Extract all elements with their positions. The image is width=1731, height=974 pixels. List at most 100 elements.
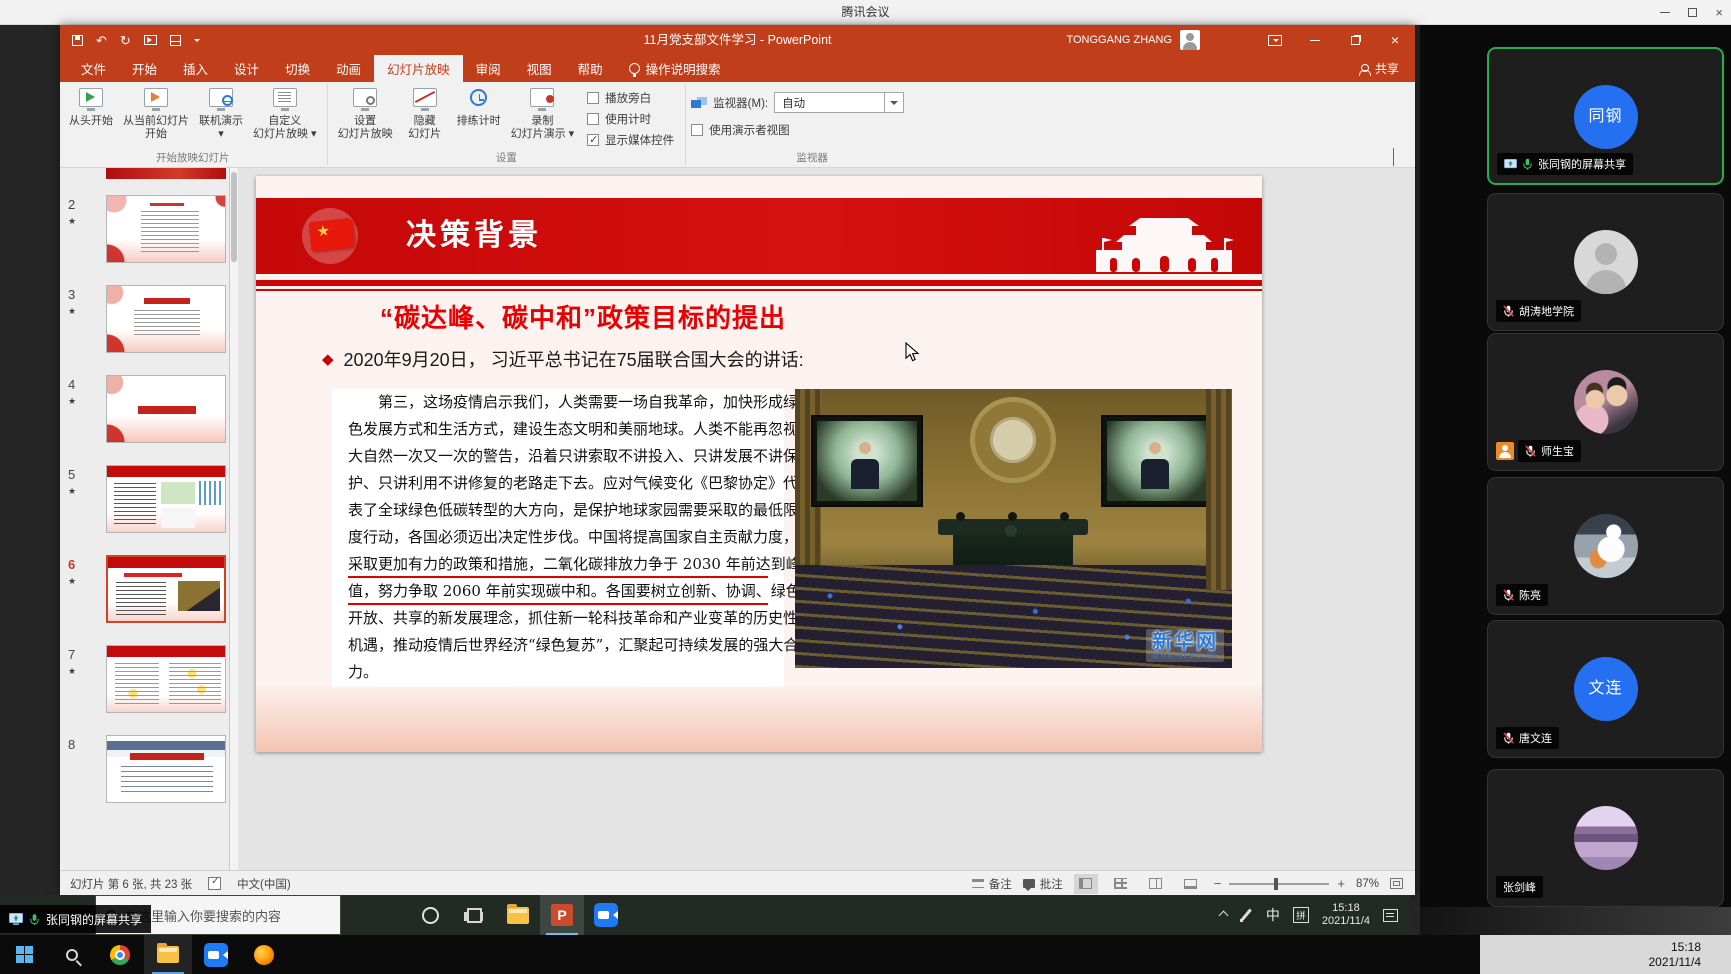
- ribbon-tab-0[interactable]: 文件: [68, 55, 119, 82]
- present-online-button[interactable]: 联机演示▾: [194, 84, 248, 150]
- browser-taskbar-button[interactable]: [240, 935, 288, 974]
- name-badge: 张剑峰: [1496, 876, 1543, 898]
- minimize-icon[interactable]: [1660, 12, 1670, 13]
- participant-tile-2[interactable]: 师生宝: [1487, 333, 1724, 471]
- thumbnail-slide-4[interactable]: [106, 375, 226, 443]
- un-assembly-photo: 新华网 WWW.NEWS.CN: [795, 389, 1232, 668]
- hide-slide-button[interactable]: 隐藏幻灯片: [398, 84, 452, 150]
- ribbon-tab-6[interactable]: 幻灯片放映: [374, 55, 463, 82]
- hidden-icons-chevron[interactable]: [1218, 910, 1228, 920]
- proofing-icon[interactable]: [208, 877, 221, 890]
- name-badge: 张同钢的屏幕共享: [1497, 153, 1633, 175]
- thumbnail-scrollbar[interactable]: [230, 168, 238, 870]
- close-icon[interactable]: ×: [1715, 6, 1723, 19]
- maximize-icon[interactable]: [1688, 8, 1697, 17]
- search-taskbar-button[interactable]: [48, 935, 96, 974]
- reading-view-button[interactable]: [1144, 874, 1168, 894]
- record-show-icon: [527, 87, 557, 113]
- thumbnail-slide-2[interactable]: [106, 195, 226, 263]
- powerpoint-taskbar-button[interactable]: [540, 895, 584, 935]
- thumbnail-slide-6[interactable]: [106, 555, 226, 623]
- ribbon-group-start-slideshow: 从头开始从当前幻灯片开始联机演示▾自定义幻灯片放映 ▾ 开始放映幻灯片: [60, 82, 326, 167]
- tell-me-search-tab[interactable]: 操作说明搜索: [616, 55, 734, 82]
- start-taskbar-button[interactable]: [0, 935, 48, 974]
- setup-show-icon: [350, 87, 380, 113]
- ppt-close-icon[interactable]: ×: [1375, 25, 1415, 55]
- thumbnail-slide-5[interactable]: [106, 465, 226, 533]
- thumbnail-slide-7[interactable]: [106, 645, 226, 713]
- ppt-minimize-icon[interactable]: [1295, 25, 1335, 55]
- local-clock[interactable]: 15:18 2021/11/4: [1480, 935, 1731, 974]
- monitor-select[interactable]: 自动: [774, 92, 904, 113]
- comments-button[interactable]: 批注: [1023, 876, 1063, 892]
- sharing-screen-icon: [1504, 159, 1517, 170]
- participant-tile-0[interactable]: 同钢张同钢的屏幕共享: [1487, 47, 1724, 185]
- ribbon-tab-2[interactable]: 插入: [170, 55, 221, 82]
- ribbon-tab-4[interactable]: 切换: [272, 55, 323, 82]
- tencent-meeting-taskbar-button[interactable]: [192, 935, 240, 974]
- system-tray: 中 拼 15:18 2021/11/4: [1220, 895, 1398, 935]
- custom-show-button[interactable]: 自定义幻灯片放映 ▾: [248, 84, 322, 150]
- action-center-icon[interactable]: [1383, 909, 1398, 922]
- account-avatar[interactable]: [1180, 30, 1200, 50]
- shared-clock[interactable]: 15:18 2021/11/4: [1322, 902, 1370, 928]
- presenter-view-checkbox[interactable]: 使用演示者视图: [691, 122, 933, 138]
- checkbox-2[interactable]: 显示媒体控件: [587, 132, 674, 148]
- ribbon-tab-3[interactable]: 设计: [221, 55, 272, 82]
- rehearse-timings-icon: [464, 87, 494, 113]
- account-name[interactable]: TONGGANG ZHANG: [1066, 34, 1172, 46]
- ribbon-tab-5[interactable]: 动画: [323, 55, 374, 82]
- participant-name: 师生宝: [1541, 443, 1574, 459]
- cortana-taskbar-button[interactable]: [408, 895, 452, 935]
- ime-pinyin-icon[interactable]: 拼: [1293, 907, 1309, 923]
- meeting-titlebar: 腾讯会议 ×: [0, 0, 1731, 25]
- fit-to-window-icon[interactable]: [1390, 878, 1403, 889]
- notes-button[interactable]: 备注: [972, 876, 1012, 892]
- rehearse-timings-button[interactable]: 排练计时: [452, 84, 506, 150]
- ppt-restore-icon[interactable]: [1335, 25, 1375, 55]
- ribbon-tab-7[interactable]: 审阅: [463, 55, 514, 82]
- statusbar: 幻灯片 第 6 张, 共 23 张 中文(中国) 备注 批注 −: [60, 870, 1415, 895]
- file-explorer-taskbar-button[interactable]: [144, 935, 192, 974]
- zoom-level[interactable]: 87%: [1356, 878, 1379, 890]
- checkbox-1[interactable]: 使用计时: [587, 111, 674, 127]
- setup-show-button[interactable]: 设置幻灯片放映: [333, 84, 398, 150]
- normal-view-button[interactable]: [1074, 874, 1098, 894]
- slide-canvas: 决策背景: [238, 168, 1415, 870]
- thumbnail-slide-1-partial[interactable]: [106, 168, 226, 179]
- share-button[interactable]: 共享: [1359, 55, 1399, 82]
- record-show-button[interactable]: 录制幻灯片演示 ▾: [506, 84, 580, 150]
- participant-tile-3[interactable]: 陈亮: [1487, 477, 1724, 615]
- name-badge: 唐文连: [1496, 727, 1559, 749]
- language-indicator[interactable]: 中文(中国): [237, 876, 291, 892]
- participant-tile-5[interactable]: 张剑峰: [1487, 769, 1724, 907]
- slideshow-view-button[interactable]: [1179, 874, 1203, 894]
- file-explorer-taskbar-button[interactable]: [496, 895, 540, 935]
- tencent-meeting-taskbar-button[interactable]: [584, 895, 628, 935]
- collapse-ribbon-icon[interactable]: [1393, 149, 1407, 163]
- task-view-taskbar-button[interactable]: [452, 895, 496, 935]
- from-start-button[interactable]: 从头开始: [64, 84, 118, 150]
- ribbon-tab-1[interactable]: 开始: [119, 55, 170, 82]
- shared-screen-view: ↶ ↻ 11月党支部文件学习 - PowerPoint TONGGANG ZHA…: [0, 25, 1420, 935]
- button-label: 自定义幻灯片放映 ▾: [253, 115, 317, 141]
- checked-checkbox-icon: [587, 134, 599, 146]
- ribbon-tab-9[interactable]: 帮助: [565, 55, 616, 82]
- ribbon-display-options-icon[interactable]: [1255, 25, 1295, 55]
- zoom-slider[interactable]: − +: [1214, 876, 1345, 891]
- animation-star-icon: ★: [68, 486, 76, 497]
- slide-sorter-view-button[interactable]: [1109, 874, 1133, 894]
- ime-mode-indicator[interactable]: 中: [1266, 905, 1280, 925]
- participant-tile-1[interactable]: 胡涛地学院: [1487, 193, 1724, 331]
- thumbnail-slide-3[interactable]: [106, 285, 226, 353]
- mic-muted-icon: [1503, 732, 1514, 744]
- from-current-button[interactable]: 从当前幻灯片开始: [118, 84, 194, 150]
- thumbnail-slide-8[interactable]: [106, 735, 226, 803]
- chrome-taskbar-button[interactable]: [96, 935, 144, 974]
- checkbox-0[interactable]: 播放旁白: [587, 90, 674, 106]
- ribbon: 从头开始从当前幻灯片开始联机演示▾自定义幻灯片放映 ▾ 开始放映幻灯片 设置幻灯…: [60, 82, 1415, 168]
- participant-tile-4[interactable]: 文连唐文连: [1487, 620, 1724, 758]
- current-slide[interactable]: 决策背景: [256, 176, 1262, 752]
- ink-workspace-icon[interactable]: [1240, 909, 1253, 922]
- ribbon-tab-8[interactable]: 视图: [514, 55, 565, 82]
